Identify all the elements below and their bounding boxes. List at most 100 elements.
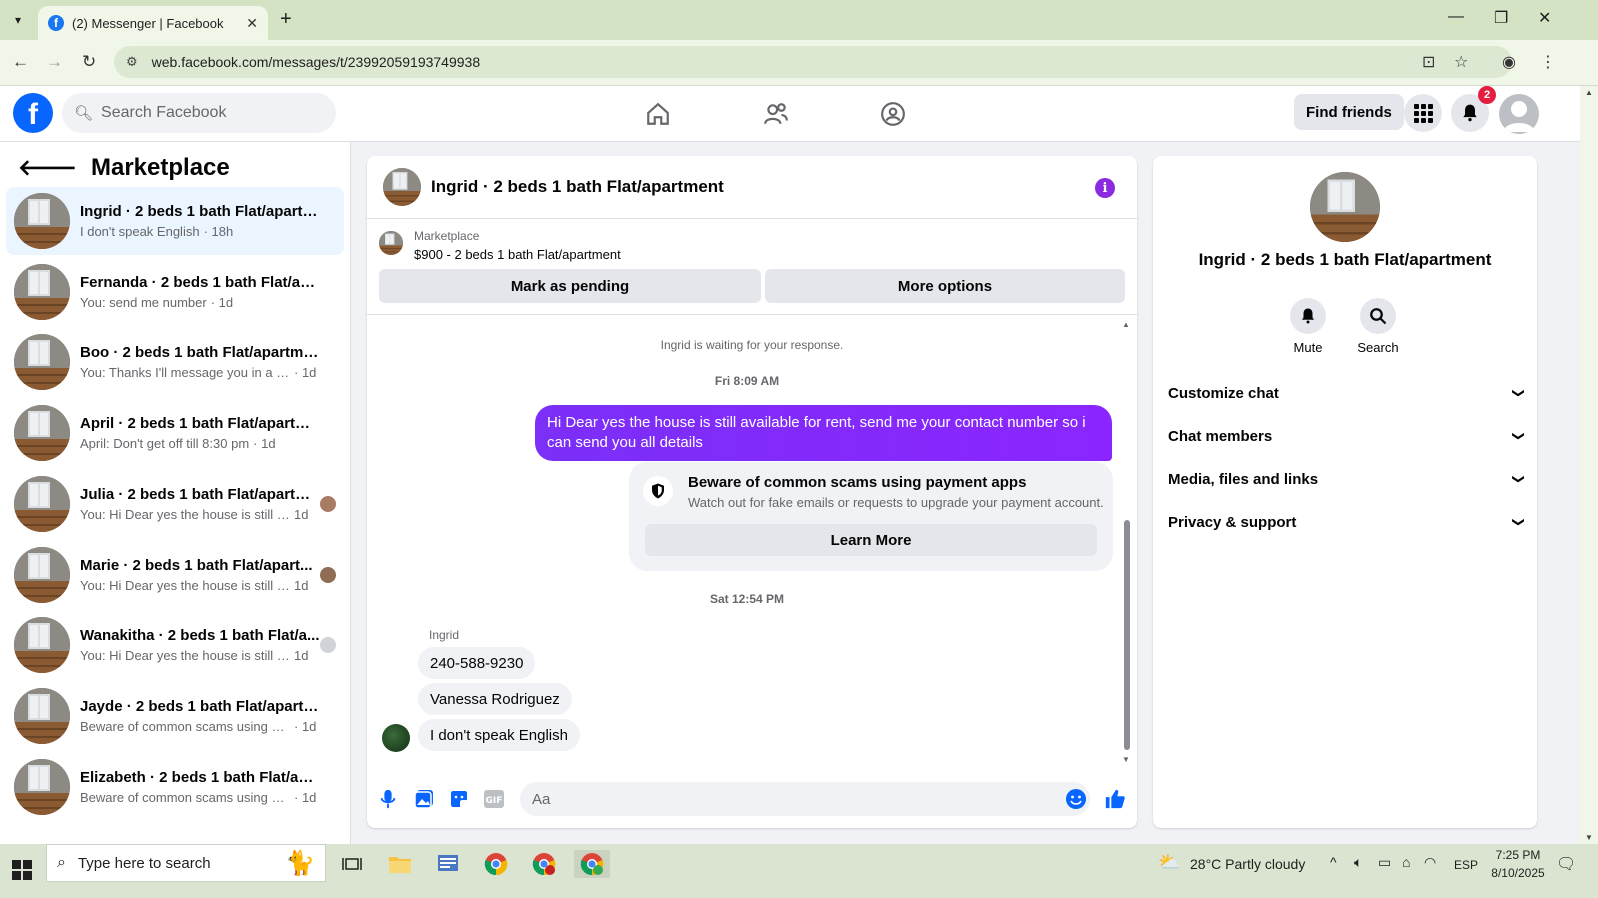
wifi-icon[interactable]: ◠	[1424, 854, 1436, 871]
chat-members-row[interactable]: Chat members ❯	[1168, 416, 1526, 456]
conversation-item[interactable]: Marie · 2 beds 1 bath Flat/apart... You: …	[6, 541, 344, 609]
timestamp: Sat 12:54 PM	[709, 592, 785, 606]
more-options-button[interactable]: More options	[765, 269, 1125, 303]
conversation-item[interactable]: Ingrid · 2 beds 1 bath Flat/apartme... I …	[6, 187, 344, 255]
close-window-icon[interactable]: ✕	[1538, 8, 1551, 28]
scroll-down-icon[interactable]: ▼	[1122, 755, 1130, 764]
find-friends-button[interactable]: Find friends	[1294, 94, 1404, 130]
info-icon[interactable]: i	[1095, 178, 1115, 198]
message-thread[interactable]: Ingrid is waiting for your response. Fri…	[367, 316, 1137, 766]
speaker-icon[interactable]: 🔈︎	[1354, 854, 1362, 871]
search-action[interactable]: Search	[1348, 298, 1408, 355]
scroll-thumb[interactable]	[1124, 520, 1130, 750]
conversation-item[interactable]: Jayde · 2 beds 1 bath Flat/apartment Bewa…	[6, 682, 344, 750]
browser-menu-icon[interactable]: ⋮	[1540, 52, 1556, 72]
facebook-search-input[interactable]: 🔍︎ Search Facebook	[62, 93, 336, 133]
search-icon[interactable]	[1360, 298, 1396, 334]
menu-grid-icon[interactable]	[1404, 94, 1442, 132]
friends-nav-icon[interactable]	[758, 96, 794, 132]
browser-tab-messenger[interactable]: f (2) Messenger | Facebook ✕	[38, 6, 268, 40]
clock[interactable]: 7:25 PM 8/10/2025	[1488, 848, 1548, 880]
outgoing-message[interactable]: Hi Dear yes the house is still available…	[535, 405, 1112, 461]
conversation-item[interactable]: Julia · 2 beds 1 bath Flat/apartm... You:…	[6, 470, 344, 538]
contact-avatar[interactable]	[1310, 172, 1380, 242]
conversation-item[interactable]: Boo · 2 beds 1 bath Flat/apartment You: T…	[6, 328, 344, 396]
forward-icon[interactable]: →	[46, 52, 63, 72]
conversation-item[interactable]: Elizabeth · 2 beds 1 bath Flat/apart... B…	[6, 753, 344, 821]
conversation-name: Wanakitha · 2 beds 1 bath Flat/a...	[80, 627, 320, 645]
like-thumb-icon[interactable]	[1104, 788, 1126, 810]
privacy-support-row[interactable]: Privacy & support ❯	[1168, 502, 1526, 542]
page-scrollbar[interactable]: ▲ ▼	[1580, 86, 1598, 844]
site-info-icon[interactable]: ⚙	[126, 54, 138, 70]
conversation-snippet: Beware of common scams using pay...	[80, 789, 290, 805]
incoming-message[interactable]: 240-588-9230	[418, 647, 536, 679]
sticker-icon[interactable]	[448, 788, 470, 810]
tab-search-button[interactable]: ▾	[6, 8, 30, 32]
mute-action[interactable]: Mute	[1278, 298, 1338, 355]
new-tab-button[interactable]: +	[280, 8, 292, 31]
conversation-item[interactable]: Fernanda · 2 beds 1 bath Flat/apar... You…	[6, 258, 344, 326]
sender-avatar[interactable]	[382, 724, 410, 752]
account-avatar[interactable]	[1499, 94, 1539, 134]
conversation-item[interactable]: Wanakitha · 2 beds 1 bath Flat/a... You: …	[6, 611, 344, 679]
weather-text[interactable]: 28°C Partly cloudy	[1190, 856, 1305, 872]
listing-title[interactable]: $900 - 2 beds 1 bath Flat/apartment	[414, 247, 621, 262]
chevron-down-icon: ❯	[1511, 387, 1526, 399]
close-tab-icon[interactable]: ✕	[246, 15, 258, 32]
device-icon[interactable]: ⌂	[1402, 854, 1410, 870]
photo-icon[interactable]	[413, 788, 435, 810]
row-label: Privacy & support	[1168, 513, 1297, 531]
taskbar-search-input[interactable]: ⌕ Type here to search 🐈	[46, 844, 326, 882]
browser-tab-bar: ▾ f (2) Messenger | Facebook ✕ + — ❐ ✕	[0, 0, 1598, 40]
scroll-up-icon[interactable]: ▲	[1122, 320, 1130, 329]
scroll-down-icon[interactable]: ▼	[1585, 833, 1593, 842]
media-files-links-row[interactable]: Media, files and links ❯	[1168, 459, 1526, 499]
back-arrow-icon[interactable]: 🡐	[18, 155, 77, 181]
profile-icon[interactable]: ◉	[1502, 52, 1516, 72]
customize-chat-row[interactable]: Customize chat ❯	[1168, 373, 1526, 413]
back-icon[interactable]: ←	[12, 52, 29, 72]
task-view-icon[interactable]	[338, 850, 366, 878]
chrome-active-icon[interactable]	[574, 850, 610, 878]
listing-thumbnail[interactable]	[379, 231, 403, 255]
tray-chevron-up-icon[interactable]: ^	[1330, 854, 1337, 870]
bookmark-star-icon[interactable]: ☆	[1454, 52, 1468, 72]
message-input[interactable]: Aa	[520, 782, 1090, 816]
install-app-icon[interactable]: ⊡	[1422, 52, 1435, 72]
incoming-message[interactable]: I don't speak English	[418, 719, 580, 751]
chrome-icon[interactable]	[482, 850, 510, 878]
url-field[interactable]: ⚙ web.facebook.com/messages/t/2399205919…	[114, 46, 1512, 78]
home-nav-icon[interactable]	[640, 96, 676, 132]
chat-title[interactable]: Ingrid · 2 beds 1 bath Flat/apartment	[431, 177, 724, 197]
notification-center-icon[interactable]: 🗨︎	[1556, 854, 1576, 874]
microphone-icon[interactable]	[377, 788, 399, 810]
message-placeholder: Aa	[532, 790, 551, 808]
conversation-snippet: Beware of common scams using pay...	[80, 718, 290, 734]
restore-icon[interactable]: ❐	[1494, 8, 1508, 28]
minimize-icon[interactable]: —	[1448, 8, 1464, 26]
message-scrollbar[interactable]: ▲ ▼	[1122, 320, 1132, 764]
incoming-message[interactable]: Vanessa Rodriguez	[418, 683, 572, 715]
scroll-up-icon[interactable]: ▲	[1585, 88, 1593, 97]
language-indicator[interactable]: ESP	[1454, 858, 1478, 872]
learn-more-button[interactable]: Learn More	[645, 524, 1097, 556]
bell-icon[interactable]	[1290, 298, 1326, 334]
app-icon[interactable]	[434, 850, 462, 878]
file-explorer-icon[interactable]	[386, 850, 414, 878]
gif-icon[interactable]: GIF	[483, 788, 505, 810]
chrome-profile-icon[interactable]	[530, 850, 558, 878]
conversation-item[interactable]: April · 2 beds 1 bath Flat/apartment Apri…	[6, 399, 344, 467]
weather-icon[interactable]: ⛅	[1158, 852, 1180, 873]
mark-as-pending-button[interactable]: Mark as pending	[379, 269, 761, 303]
battery-icon[interactable]: ▭	[1378, 854, 1391, 871]
groups-nav-icon[interactable]	[875, 96, 911, 132]
chevron-down-icon: ❯	[1511, 516, 1526, 528]
emoji-icon[interactable]	[1065, 788, 1087, 810]
tab-title: (2) Messenger | Facebook	[72, 15, 224, 31]
windows-start-icon[interactable]	[12, 860, 32, 880]
reload-icon[interactable]: ↻	[82, 52, 96, 72]
facebook-logo-icon[interactable]: f	[13, 93, 53, 133]
chat-thumbnail[interactable]	[383, 168, 421, 206]
cat-illustration-icon: 🐈	[285, 849, 315, 877]
